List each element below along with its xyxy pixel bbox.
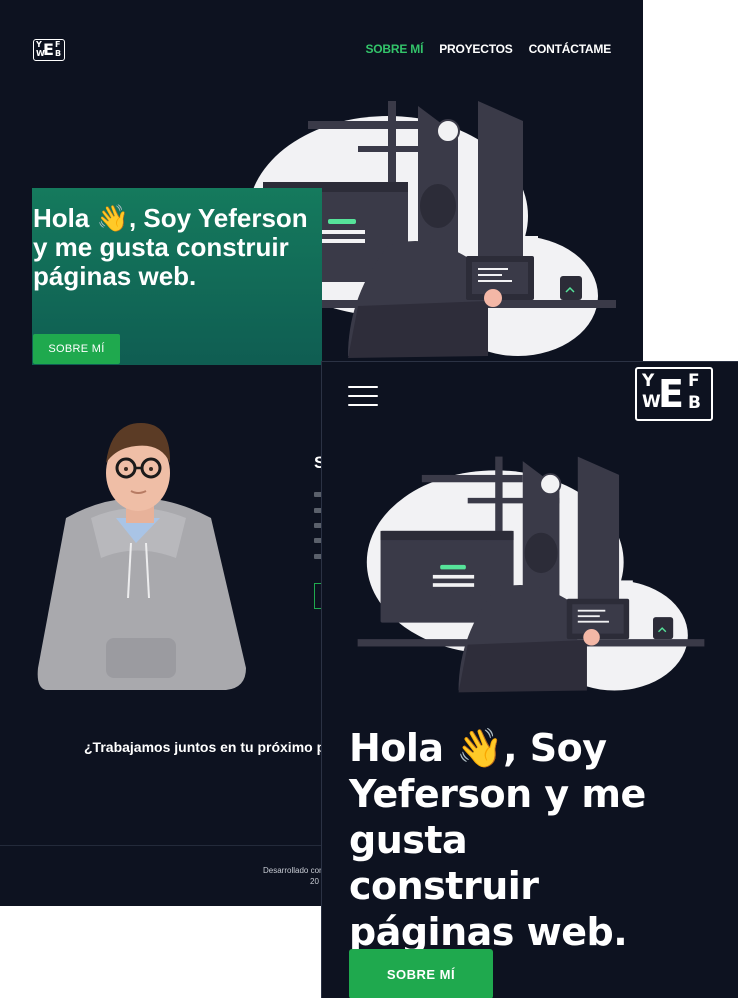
logo-letter-f: F — [55, 40, 61, 49]
collaboration-cta: ¿Trabajamos juntos en tu próximo pr — [84, 739, 331, 755]
hamburger-menu-icon[interactable] — [348, 386, 378, 406]
logo-letter-y: Y — [36, 40, 42, 49]
nav-link-proyectos[interactable]: PROYECTOS — [439, 42, 513, 56]
logo-letter-e: E — [658, 372, 684, 416]
avatar — [37, 423, 246, 690]
logo-letter-b: B — [55, 49, 62, 58]
footer-credit: Desarrollado con — [263, 866, 324, 875]
nav-link-sobre-mi[interactable]: SOBRE MÍ — [365, 42, 423, 56]
logo-letter-w: W — [642, 392, 661, 412]
nav-link-contactame[interactable]: CONTÁCTAME — [529, 42, 612, 56]
logo-letter-y: Y — [642, 371, 655, 391]
hero-title: Hola 👋, Soy Yeferson y me gusta construi… — [349, 726, 646, 954]
logo-letter-f: F — [688, 371, 700, 391]
main-nav: SOBRE MÍ PROYECTOS CONTÁCTAME — [365, 42, 611, 56]
logo-letter-b: B — [688, 393, 701, 413]
developer-illustration — [357, 456, 705, 693]
sobre-mi-button[interactable]: SOBRE MÍ — [33, 334, 120, 364]
mobile-preview: Y E F W B Hola 👋, Soy Yeferson y me gust… — [321, 361, 738, 998]
waving-hand-icon: 👋 — [96, 203, 129, 233]
hero-card: Hola 👋, Soy Yeferson y me gusta construi… — [32, 188, 322, 365]
waving-hand-icon: 👋 — [456, 726, 504, 770]
site-logo[interactable]: Y E F W B — [33, 39, 65, 61]
sobre-mi-button[interactable]: SOBRE MÍ — [349, 949, 493, 998]
site-logo[interactable]: Y E F W B — [635, 367, 713, 421]
footer-year: 20 — [310, 877, 319, 886]
hero-title: Hola 👋, Soy Yeferson y me gusta construi… — [33, 203, 308, 291]
logo-letter-w: W — [36, 49, 45, 58]
